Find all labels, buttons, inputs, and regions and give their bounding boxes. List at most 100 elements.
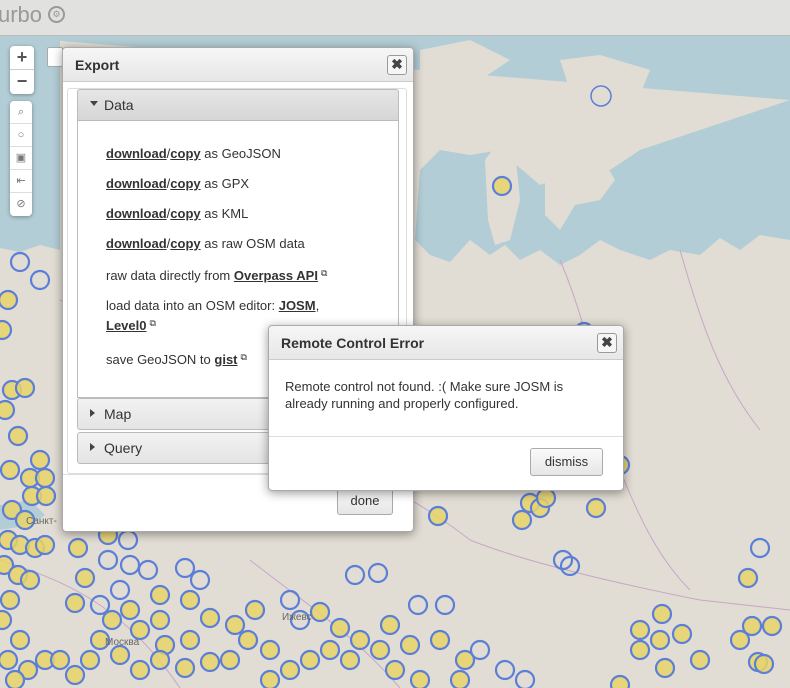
map-marker[interactable] xyxy=(14,377,36,399)
map-marker[interactable] xyxy=(671,623,693,645)
map-marker[interactable] xyxy=(129,659,151,681)
map-marker[interactable] xyxy=(689,649,711,671)
map-marker[interactable] xyxy=(179,629,201,651)
map-marker[interactable] xyxy=(64,664,86,686)
map-marker[interactable] xyxy=(0,459,21,481)
map-marker[interactable] xyxy=(67,537,89,559)
copy-osm-link[interactable]: copy xyxy=(170,236,200,251)
map-marker[interactable] xyxy=(384,659,406,681)
map-marker[interactable] xyxy=(299,649,321,671)
map-marker[interactable] xyxy=(219,649,241,671)
map-marker[interactable] xyxy=(0,649,19,671)
map-marker[interactable] xyxy=(491,175,513,197)
map-marker[interactable] xyxy=(34,467,56,489)
map-marker[interactable] xyxy=(535,487,557,509)
map-marker[interactable] xyxy=(651,603,673,625)
map-marker[interactable] xyxy=(329,617,351,639)
dismiss-button[interactable]: dismiss xyxy=(530,448,603,476)
map-marker[interactable] xyxy=(19,569,41,591)
close-icon[interactable]: ✖ xyxy=(597,333,617,353)
map-marker[interactable] xyxy=(629,619,651,641)
map-marker[interactable] xyxy=(0,289,19,311)
zoom-out-button[interactable]: − xyxy=(10,70,34,94)
map-marker[interactable] xyxy=(0,319,13,341)
close-icon[interactable]: ✖ xyxy=(387,55,407,75)
copy-geojson-link[interactable]: copy xyxy=(170,146,200,161)
map-marker[interactable] xyxy=(149,584,171,606)
map-marker[interactable] xyxy=(511,509,533,531)
zoom-in-button[interactable]: + xyxy=(10,46,34,70)
map-marker[interactable] xyxy=(654,657,676,679)
map-marker[interactable] xyxy=(179,589,201,611)
download-osm-link[interactable]: download xyxy=(106,236,167,251)
map-marker[interactable] xyxy=(0,399,16,421)
overpass-api-link[interactable]: Overpass API xyxy=(234,268,318,283)
map-marker[interactable] xyxy=(737,567,759,589)
map-marker[interactable] xyxy=(64,592,86,614)
map-marker[interactable] xyxy=(149,649,171,671)
map-marker[interactable] xyxy=(101,609,123,631)
map-marker[interactable] xyxy=(649,629,671,651)
map-marker[interactable] xyxy=(761,615,783,637)
map-marker[interactable] xyxy=(409,669,431,688)
map-marker[interactable] xyxy=(0,589,21,611)
map-marker[interactable] xyxy=(259,669,281,688)
no-icon[interactable]: ⊘ xyxy=(10,193,32,216)
map-marker[interactable] xyxy=(79,649,101,671)
map-marker[interactable] xyxy=(629,639,651,661)
map-marker[interactable] xyxy=(729,629,751,651)
restrict-icon[interactable]: ⇤ xyxy=(10,170,32,193)
download-geojson-link[interactable]: download xyxy=(106,146,167,161)
map-marker[interactable] xyxy=(427,505,449,527)
map-marker[interactable] xyxy=(585,497,607,519)
format-text: as KML xyxy=(200,206,249,221)
map-marker[interactable] xyxy=(199,651,221,673)
map-marker[interactable] xyxy=(319,639,341,661)
map-marker[interactable] xyxy=(74,567,96,589)
map-marker[interactable] xyxy=(49,649,71,671)
done-button[interactable]: done xyxy=(337,487,393,515)
map-marker[interactable] xyxy=(309,601,331,623)
level0-link[interactable]: Level0 xyxy=(106,318,146,333)
download-kml-link[interactable]: download xyxy=(106,206,167,221)
map-marker[interactable] xyxy=(237,629,259,651)
gist-link[interactable]: gist xyxy=(214,352,237,367)
section-data-header[interactable]: Data xyxy=(77,89,399,121)
export-titlebar[interactable]: Export ✖ xyxy=(63,48,413,82)
search-icon[interactable]: ⌕ xyxy=(10,101,32,124)
map-marker[interactable] xyxy=(35,485,57,507)
image-icon[interactable]: ▣ xyxy=(10,147,32,170)
copy-gpx-link[interactable]: copy xyxy=(170,176,200,191)
map-marker[interactable] xyxy=(244,599,266,621)
error-titlebar[interactable]: Remote Control Error ✖ xyxy=(269,326,623,360)
map-marker[interactable] xyxy=(753,653,775,675)
map-marker[interactable] xyxy=(449,669,471,688)
map-marker[interactable] xyxy=(174,657,196,679)
download-gpx-link[interactable]: download xyxy=(106,176,167,191)
map-marker[interactable] xyxy=(109,644,131,666)
map-marker[interactable] xyxy=(7,425,29,447)
map-marker[interactable] xyxy=(9,629,31,651)
map-marker[interactable] xyxy=(279,659,301,681)
map-marker[interactable] xyxy=(429,629,451,651)
map-search-input[interactable] xyxy=(47,47,63,67)
map-marker[interactable] xyxy=(119,599,141,621)
map-marker[interactable] xyxy=(29,449,51,471)
map-marker[interactable] xyxy=(379,614,401,636)
gear-icon[interactable]: ⚙ xyxy=(48,6,65,23)
map-marker[interactable] xyxy=(369,639,391,661)
map-marker[interactable] xyxy=(199,607,221,629)
map-marker[interactable] xyxy=(399,634,421,656)
map-marker[interactable] xyxy=(259,639,281,661)
map-marker[interactable] xyxy=(34,534,56,556)
map-marker[interactable] xyxy=(349,629,371,651)
map-marker[interactable] xyxy=(224,614,246,636)
map-marker[interactable] xyxy=(0,609,13,631)
map-marker[interactable] xyxy=(609,674,631,688)
map-marker[interactable] xyxy=(4,669,26,688)
map-marker[interactable] xyxy=(149,609,171,631)
copy-kml-link[interactable]: copy xyxy=(170,206,200,221)
map-marker[interactable] xyxy=(339,649,361,671)
circle-icon[interactable]: ○ xyxy=(10,124,32,147)
josm-link[interactable]: JOSM xyxy=(279,298,316,313)
